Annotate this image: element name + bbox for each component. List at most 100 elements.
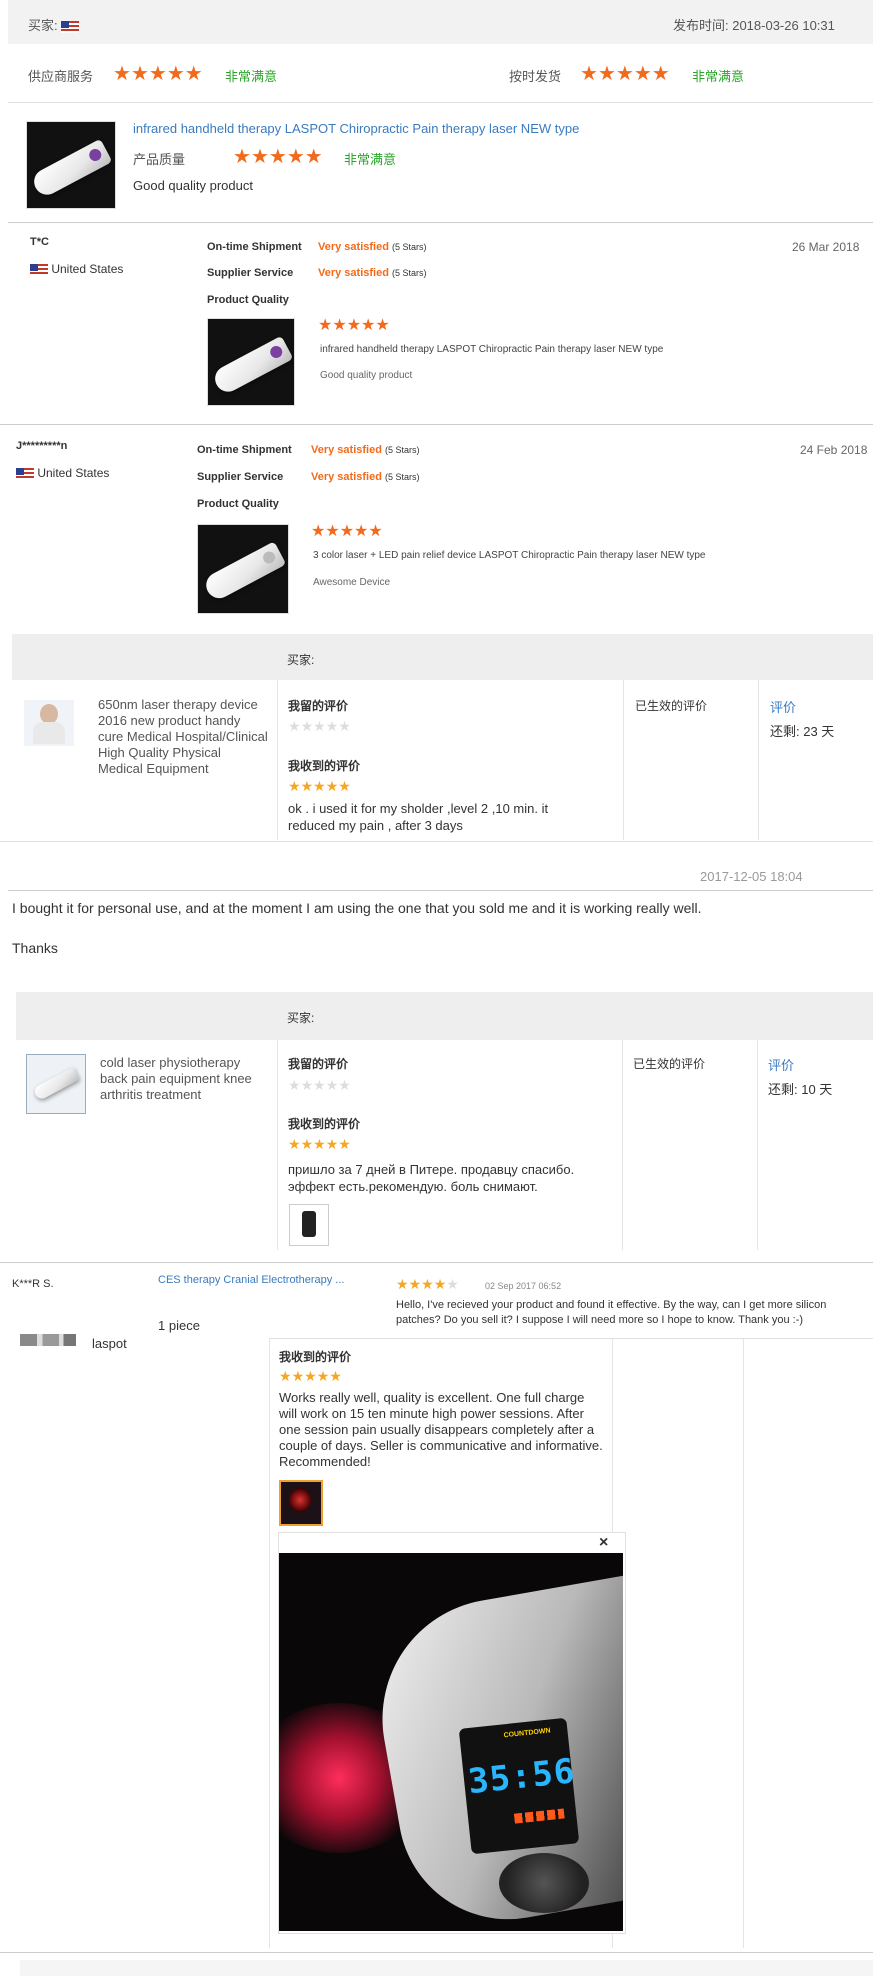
- countdown-display: 35:56: [466, 1751, 578, 1803]
- reviewer-name: J*********n: [16, 440, 68, 452]
- laser-device-image: [201, 541, 287, 603]
- star-icon: ★: [339, 523, 355, 540]
- review-photo-thumbnail[interactable]: [289, 1204, 329, 1246]
- next-review-bar: [20, 1960, 873, 1976]
- product-name[interactable]: 650nm laser therapy device 2016 new prod…: [98, 697, 268, 777]
- received-review-label: 我收到的评价: [288, 759, 361, 773]
- review-photo-thumbnail[interactable]: [279, 1480, 323, 1526]
- product-quality-stars: ★★★★★: [233, 147, 323, 167]
- received-review-stars: ★★★★★: [279, 1366, 342, 1386]
- review-comment: Works really well, quality is excellent.…: [279, 1390, 603, 1469]
- review-photo[interactable]: COUNTDOWN 35:56: [279, 1553, 623, 1931]
- star-icon: ★: [288, 778, 301, 794]
- received-review-label: 我收到的评价: [279, 1350, 352, 1364]
- star-icon: ★: [313, 1136, 326, 1152]
- reviewer-name: K***R S.: [12, 1278, 54, 1290]
- product-thumbnail[interactable]: [207, 318, 295, 406]
- star-icon: ★: [291, 1368, 305, 1384]
- star-icon: ★: [313, 778, 326, 794]
- supplier-service-rating: Very satisfied (5 Stars): [311, 471, 420, 483]
- my-review-label: 我留的评价: [288, 1057, 349, 1071]
- review-stars: ★★★★★: [396, 1274, 459, 1294]
- laser-device-image: [210, 335, 294, 397]
- product-quality-stars: ★★★★★: [311, 522, 383, 542]
- star-icon: ★: [268, 146, 287, 168]
- product-name[interactable]: cold laser physiotherapy back pain equip…: [100, 1055, 270, 1103]
- review-comment: Awesome Device: [313, 577, 391, 588]
- star-icon: ★: [300, 1136, 314, 1152]
- us-flag-icon: [61, 20, 80, 33]
- my-review-label: 我留的评价: [288, 699, 349, 713]
- star-icon: ★: [304, 1368, 317, 1384]
- seller-avatars: [20, 1334, 76, 1346]
- star-icon: ★: [233, 146, 251, 168]
- supplier-service-rating: 非常满意: [225, 69, 278, 84]
- divider: [0, 841, 873, 842]
- review-link[interactable]: 评价: [768, 1055, 794, 1074]
- review-comment: Good quality product: [133, 178, 253, 193]
- my-review-stars: ★★★★★: [288, 716, 351, 736]
- star-icon: ★: [311, 523, 326, 540]
- on-time-label: 按时发货: [509, 69, 562, 84]
- star-icon: ★: [433, 1276, 447, 1292]
- laser-device-image: [32, 1067, 80, 1101]
- on-time-label: On-time Shipment: [197, 444, 292, 456]
- review-comment: ok . i used it for my sholder ,level 2 ,…: [288, 801, 549, 833]
- star-icon: ★: [184, 63, 203, 85]
- supplier-service-label: Supplier Service: [197, 471, 284, 483]
- star-icon: ★: [316, 1368, 330, 1384]
- star-empty-icon: ★: [325, 1077, 339, 1093]
- review-comment: пришло за 7 дней в Питере. продавцу спас…: [288, 1162, 575, 1194]
- buyer-label: 买家:: [287, 1011, 315, 1025]
- star-icon: ★: [332, 317, 347, 334]
- product-title-link[interactable]: infrared handheld therapy LASPOT Chiropr…: [133, 121, 579, 136]
- review4-header-bar: [12, 634, 873, 680]
- product-thumbnail[interactable]: [26, 121, 116, 209]
- divider: [0, 1262, 873, 1263]
- review1-date: 发布时间: 2018-03-26 10:31: [673, 18, 835, 33]
- divider: [757, 1040, 758, 1250]
- star-empty-icon: ★: [300, 1077, 314, 1093]
- review-comment: Good quality product: [320, 370, 413, 381]
- product-quality-label: Product Quality: [207, 294, 289, 306]
- my-review-stars: ★★★★★: [288, 1075, 351, 1095]
- divider: [0, 1952, 873, 1953]
- on-time-rating: Very satisfied (5 Stars): [311, 444, 420, 456]
- star-icon: ★: [338, 1136, 351, 1152]
- product-quality-label: Product Quality: [197, 498, 279, 510]
- star-icon: ★: [615, 63, 634, 85]
- product-quality-label: 产品质量: [133, 152, 186, 167]
- star-icon: ★: [338, 778, 351, 794]
- divider: [269, 1338, 873, 1339]
- star-icon: ★: [166, 63, 185, 85]
- supplier-service-stars: ★★★★★: [113, 64, 203, 84]
- quantity: 1 piece: [158, 1318, 200, 1333]
- star-icon: ★: [375, 317, 390, 334]
- divider: [277, 680, 278, 840]
- star-icon: ★: [148, 63, 167, 85]
- close-icon[interactable]: ×: [599, 1534, 608, 1552]
- divider: [0, 424, 873, 425]
- star-empty-icon: ★: [300, 718, 314, 734]
- star-empty-icon: ★: [288, 1077, 301, 1093]
- product-thumbnail[interactable]: [26, 1054, 86, 1114]
- review-link[interactable]: 评价: [770, 697, 796, 716]
- star-icon: ★: [354, 523, 369, 540]
- product-thumbnail[interactable]: [197, 524, 289, 614]
- star-icon: ★: [318, 317, 333, 334]
- remaining-days: 还剩: 10 天: [768, 1082, 833, 1097]
- star-icon: ★: [597, 63, 616, 85]
- product-thumbnail[interactable]: [24, 700, 74, 746]
- product-title-link[interactable]: CES therapy Cranial Electrotherapy ...: [158, 1274, 344, 1286]
- divider: [269, 1338, 270, 1948]
- star-empty-icon: ★: [313, 718, 326, 734]
- star-empty-icon: ★: [325, 718, 339, 734]
- laser-device-image: [29, 138, 113, 200]
- divider: [758, 680, 759, 840]
- star-icon: ★: [580, 63, 598, 85]
- supplier-service-rating: Very satisfied (5 Stars): [318, 267, 427, 279]
- received-review-stars: ★★★★★: [288, 1134, 351, 1154]
- star-icon: ★: [325, 1136, 339, 1152]
- on-time-stars: ★★★★★: [580, 64, 670, 84]
- star-empty-icon: ★: [338, 718, 351, 734]
